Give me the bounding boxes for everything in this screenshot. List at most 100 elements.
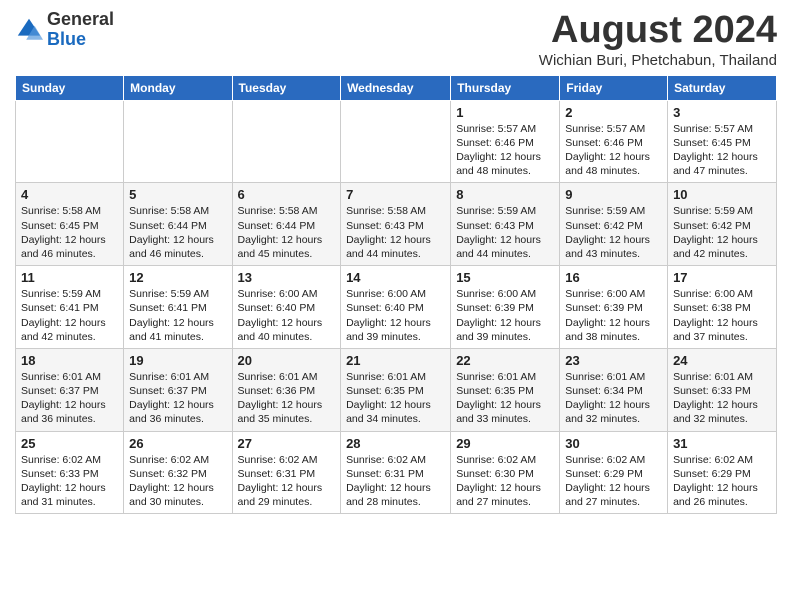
cell-info: Sunrise: 6:02 AM Sunset: 6:29 PM Dayligh… [673, 453, 771, 510]
calendar-cell: 21 Sunrise: 6:01 AM Sunset: 6:35 PM Dayli… [341, 348, 451, 431]
calendar-cell: 17 Sunrise: 6:00 AM Sunset: 6:38 PM Dayli… [668, 266, 777, 349]
day-number: 1 [456, 105, 554, 120]
day-number: 9 [565, 187, 662, 202]
calendar-cell: 16Sunrise: 6:00 AM Sunset: 6:39 PM Dayli… [560, 266, 668, 349]
day-header-monday: Monday [124, 75, 232, 100]
calendar-week-row: 11 Sunrise: 5:59 AM Sunset: 6:41 PM Dayli… [16, 266, 777, 349]
cell-info: Sunrise: 6:02 AM Sunset: 6:32 PM Dayligh… [129, 453, 226, 510]
calendar-week-row: 25 Sunrise: 6:02 AM Sunset: 6:33 PM Dayli… [16, 431, 777, 514]
cell-info: Sunrise: 6:00 AM Sunset: 6:40 PM Dayligh… [346, 287, 445, 344]
cell-info: Sunrise: 5:59 AM Sunset: 6:41 PM Dayligh… [129, 287, 226, 344]
day-number: 2 [565, 105, 662, 120]
day-number: 17 [673, 270, 771, 285]
cell-info: Sunrise: 6:02 AM Sunset: 6:29 PM Dayligh… [565, 453, 662, 510]
cell-info: Sunrise: 5:59 AM Sunset: 6:42 PM Dayligh… [565, 204, 662, 261]
calendar-cell: 8 Sunrise: 5:59 AM Sunset: 6:43 PM Daylig… [451, 183, 560, 266]
cell-info: Sunrise: 6:00 AM Sunset: 6:39 PM Dayligh… [456, 287, 554, 344]
logo-blue-text: Blue [47, 29, 86, 49]
calendar-cell: 25 Sunrise: 6:02 AM Sunset: 6:33 PM Dayli… [16, 431, 124, 514]
calendar-cell: 13Sunrise: 6:00 AM Sunset: 6:40 PM Dayli… [232, 266, 341, 349]
calendar-cell: 10Sunrise: 5:59 AM Sunset: 6:42 PM Dayli… [668, 183, 777, 266]
day-number: 31 [673, 436, 771, 451]
calendar-cell: 15 Sunrise: 6:00 AM Sunset: 6:39 PM Dayli… [451, 266, 560, 349]
cell-info: Sunrise: 5:58 AM Sunset: 6:44 PM Dayligh… [129, 204, 226, 261]
cell-info: Sunrise: 6:01 AM Sunset: 6:35 PM Dayligh… [456, 370, 554, 427]
calendar-cell: 29Sunrise: 6:02 AM Sunset: 6:30 PM Dayli… [451, 431, 560, 514]
calendar-cell [232, 100, 341, 183]
location-text: Wichian Buri, Phetchabun, Thailand [539, 52, 777, 69]
calendar-week-row: 18Sunrise: 6:01 AM Sunset: 6:37 PM Dayli… [16, 348, 777, 431]
logo-general-text: General [47, 9, 114, 29]
day-number: 30 [565, 436, 662, 451]
cell-info: Sunrise: 6:02 AM Sunset: 6:33 PM Dayligh… [21, 453, 118, 510]
day-number: 3 [673, 105, 771, 120]
logo-icon [15, 16, 43, 44]
calendar-cell: 24 Sunrise: 6:01 AM Sunset: 6:33 PM Dayli… [668, 348, 777, 431]
day-number: 28 [346, 436, 445, 451]
day-number: 4 [21, 187, 118, 202]
day-number: 14 [346, 270, 445, 285]
cell-info: Sunrise: 6:01 AM Sunset: 6:36 PM Dayligh… [238, 370, 336, 427]
cell-info: Sunrise: 5:59 AM Sunset: 6:43 PM Dayligh… [456, 204, 554, 261]
calendar-cell: 28 Sunrise: 6:02 AM Sunset: 6:31 PM Dayli… [341, 431, 451, 514]
day-number: 7 [346, 187, 445, 202]
cell-info: Sunrise: 6:01 AM Sunset: 6:33 PM Dayligh… [673, 370, 771, 427]
cell-info: Sunrise: 5:57 AM Sunset: 6:45 PM Dayligh… [673, 122, 771, 179]
cell-info: Sunrise: 6:00 AM Sunset: 6:40 PM Dayligh… [238, 287, 336, 344]
day-number: 11 [21, 270, 118, 285]
title-block: August 2024 Wichian Buri, Phetchabun, Th… [539, 10, 777, 69]
cell-info: Sunrise: 5:58 AM Sunset: 6:44 PM Dayligh… [238, 204, 336, 261]
calendar-cell: 6 Sunrise: 5:58 AM Sunset: 6:44 PM Daylig… [232, 183, 341, 266]
calendar-cell: 2 Sunrise: 5:57 AM Sunset: 6:46 PM Daylig… [560, 100, 668, 183]
calendar-cell: 27Sunrise: 6:02 AM Sunset: 6:31 PM Dayli… [232, 431, 341, 514]
cell-info: Sunrise: 5:59 AM Sunset: 6:41 PM Dayligh… [21, 287, 118, 344]
calendar-cell [16, 100, 124, 183]
day-number: 26 [129, 436, 226, 451]
cell-info: Sunrise: 6:00 AM Sunset: 6:39 PM Dayligh… [565, 287, 662, 344]
calendar-week-row: 4 Sunrise: 5:58 AM Sunset: 6:45 PM Daylig… [16, 183, 777, 266]
day-number: 24 [673, 353, 771, 368]
calendar-cell: 30 Sunrise: 6:02 AM Sunset: 6:29 PM Dayli… [560, 431, 668, 514]
calendar-cell: 9 Sunrise: 5:59 AM Sunset: 6:42 PM Daylig… [560, 183, 668, 266]
calendar-cell [124, 100, 232, 183]
calendar-cell: 4 Sunrise: 5:58 AM Sunset: 6:45 PM Daylig… [16, 183, 124, 266]
cell-info: Sunrise: 5:57 AM Sunset: 6:46 PM Dayligh… [456, 122, 554, 179]
day-number: 19 [129, 353, 226, 368]
cell-info: Sunrise: 5:58 AM Sunset: 6:43 PM Dayligh… [346, 204, 445, 261]
day-number: 8 [456, 187, 554, 202]
calendar-cell: 1 Sunrise: 5:57 AM Sunset: 6:46 PM Daylig… [451, 100, 560, 183]
page-header: General Blue August 2024 Wichian Buri, P… [15, 10, 777, 69]
day-header-tuesday: Tuesday [232, 75, 341, 100]
calendar-cell: 19 Sunrise: 6:01 AM Sunset: 6:37 PM Dayli… [124, 348, 232, 431]
month-title: August 2024 [539, 10, 777, 52]
logo: General Blue [15, 10, 114, 50]
day-number: 10 [673, 187, 771, 202]
calendar-cell: 31 Sunrise: 6:02 AM Sunset: 6:29 PM Dayli… [668, 431, 777, 514]
calendar-table: SundayMondayTuesdayWednesdayThursdayFrid… [15, 75, 777, 514]
day-header-sunday: Sunday [16, 75, 124, 100]
day-header-thursday: Thursday [451, 75, 560, 100]
calendar-cell: 22 Sunrise: 6:01 AM Sunset: 6:35 PM Dayli… [451, 348, 560, 431]
cell-info: Sunrise: 5:57 AM Sunset: 6:46 PM Dayligh… [565, 122, 662, 179]
calendar-cell: 12 Sunrise: 5:59 AM Sunset: 6:41 PM Dayli… [124, 266, 232, 349]
cell-info: Sunrise: 5:58 AM Sunset: 6:45 PM Dayligh… [21, 204, 118, 261]
day-number: 6 [238, 187, 336, 202]
day-number: 25 [21, 436, 118, 451]
cell-info: Sunrise: 6:02 AM Sunset: 6:31 PM Dayligh… [238, 453, 336, 510]
cell-info: Sunrise: 6:01 AM Sunset: 6:37 PM Dayligh… [129, 370, 226, 427]
cell-info: Sunrise: 6:01 AM Sunset: 6:35 PM Dayligh… [346, 370, 445, 427]
day-number: 21 [346, 353, 445, 368]
day-number: 15 [456, 270, 554, 285]
calendar-cell: 26 Sunrise: 6:02 AM Sunset: 6:32 PM Dayli… [124, 431, 232, 514]
cell-info: Sunrise: 6:00 AM Sunset: 6:38 PM Dayligh… [673, 287, 771, 344]
day-number: 12 [129, 270, 226, 285]
day-number: 22 [456, 353, 554, 368]
day-number: 23 [565, 353, 662, 368]
day-number: 5 [129, 187, 226, 202]
calendar-week-row: 1 Sunrise: 5:57 AM Sunset: 6:46 PM Daylig… [16, 100, 777, 183]
cell-info: Sunrise: 6:01 AM Sunset: 6:37 PM Dayligh… [21, 370, 118, 427]
cell-info: Sunrise: 6:02 AM Sunset: 6:31 PM Dayligh… [346, 453, 445, 510]
day-header-friday: Friday [560, 75, 668, 100]
cell-info: Sunrise: 6:01 AM Sunset: 6:34 PM Dayligh… [565, 370, 662, 427]
cell-info: Sunrise: 6:02 AM Sunset: 6:30 PM Dayligh… [456, 453, 554, 510]
